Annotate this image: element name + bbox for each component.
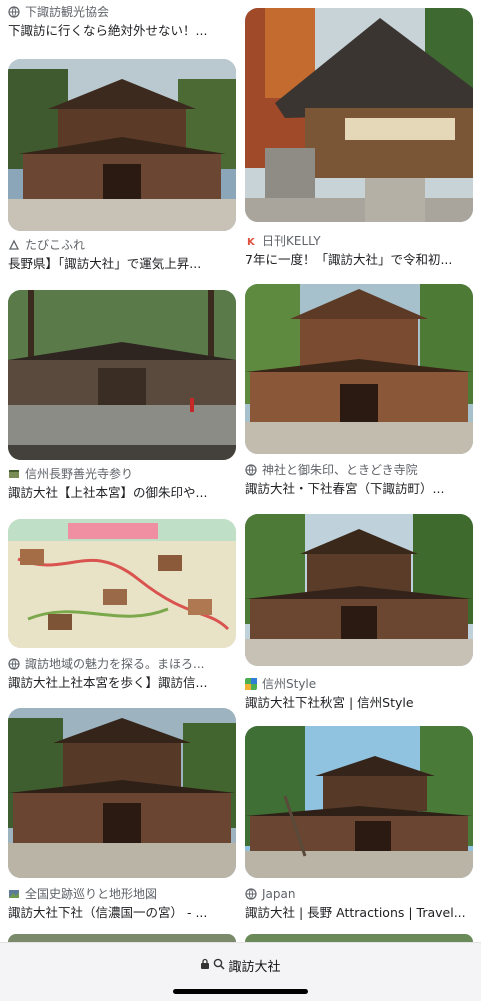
result-source-name: 日刊KELLY <box>262 234 321 248</box>
image-result-card[interactable]: 信州長野善光寺参り 諏訪大社【上社本宮】の御朱印や... <box>8 290 236 501</box>
result-source-name: 諏訪地域の魅力を探る。まほろ... <box>25 657 205 671</box>
shinshu-style-icon <box>245 678 257 690</box>
globe-icon <box>8 658 20 670</box>
result-source-name: たびこふれ <box>25 238 86 252</box>
image-result-card[interactable] <box>245 934 473 942</box>
image-result-card[interactable]: K 日刊KELLY 7年に一度！「諏訪大社」で令和初... <box>245 8 473 268</box>
result-title[interactable]: 諏訪大社下社（信濃国一の宮） - ... <box>8 904 236 921</box>
result-thumbnail[interactable] <box>245 726 473 878</box>
globe-icon <box>245 464 257 476</box>
globe-icon <box>8 6 20 18</box>
kelly-icon: K <box>245 235 257 247</box>
site-logo-icon <box>8 468 20 480</box>
result-source-name: Japan <box>262 887 296 901</box>
search-icon <box>213 958 226 974</box>
result-source: 信州長野善光寺参り <box>8 466 236 482</box>
image-result-card[interactable]: たびこふれ 長野県】「諏訪大社」で運気上昇... <box>8 59 236 272</box>
result-source-name: 神社と御朱印、ときどき寺院 <box>262 463 418 477</box>
result-thumbnail[interactable] <box>8 708 236 878</box>
result-source: K 日刊KELLY <box>245 233 473 249</box>
result-title[interactable]: 諏訪大社【上社本宮】の御朱印や... <box>8 484 236 501</box>
result-title[interactable]: 下諏訪に行くなら絶対外せない！... <box>8 22 236 39</box>
image-result-card[interactable]: 諏訪地域の魅力を探る。まほろ... 諏訪大社上社本宮を歩く】諏訪信... <box>8 519 236 691</box>
result-thumbnail[interactable] <box>8 519 236 648</box>
result-thumbnail[interactable] <box>245 284 473 454</box>
result-source-name: 信州長野善光寺参り <box>25 467 134 481</box>
tabikofure-icon <box>8 239 20 251</box>
result-title[interactable]: 長野県】「諏訪大社」で運気上昇... <box>8 255 236 272</box>
result-source: Japan <box>245 886 473 902</box>
address-text[interactable]: 諏訪大社 <box>228 956 280 975</box>
svg-text:K: K <box>247 237 256 247</box>
image-result-card[interactable]: 全国史跡巡りと地形地図 諏訪大社下社（信濃国一の宮） - ... <box>8 708 236 921</box>
result-source: 諏訪地域の魅力を探る。まほろ... <box>8 656 236 672</box>
result-title[interactable]: 諏訪大社下社秋宮 | 信州Style <box>245 694 473 711</box>
browser-bottom-bar: 諏訪大社 <box>0 942 481 1001</box>
globe-icon <box>245 888 257 900</box>
image-result-card[interactable]: Japan 諏訪大社 | 長野 Attractions | Travel... <box>245 726 473 921</box>
result-source: たびこふれ <box>8 237 236 253</box>
result-thumbnail[interactable] <box>8 934 236 942</box>
result-source: 神社と御朱印、ときどき寺院 <box>245 462 473 478</box>
address-bar[interactable]: 諏訪大社 <box>0 956 481 975</box>
result-thumbnail[interactable] <box>245 514 473 666</box>
result-thumbnail[interactable] <box>8 290 236 460</box>
result-source-name: 下諏訪観光協会 <box>25 5 110 19</box>
image-result-card[interactable]: 神社と御朱印、ときどき寺院 諏訪大社・下社春宮（下諏訪町）... <box>245 284 473 497</box>
image-result-card[interactable] <box>8 934 236 942</box>
lock-icon <box>200 958 210 974</box>
image-result-card[interactable]: 下諏訪観光協会 下諏訪に行くなら絶対外せない！... <box>8 4 236 39</box>
result-title[interactable]: 7年に一度！「諏訪大社」で令和初... <box>245 251 473 268</box>
result-title[interactable]: 諏訪大社・下社春宮（下諏訪町）... <box>245 480 473 497</box>
result-title[interactable]: 諏訪大社上社本宮を歩く】諏訪信... <box>8 674 236 691</box>
result-thumbnail[interactable] <box>245 934 473 942</box>
result-thumbnail[interactable] <box>8 59 236 231</box>
result-thumbnail[interactable] <box>245 8 473 222</box>
result-source-name: 全国史跡巡りと地形地図 <box>25 887 158 901</box>
result-source: 下諏訪観光協会 <box>8 4 236 20</box>
result-title[interactable]: 諏訪大社 | 長野 Attractions | Travel... <box>245 904 473 921</box>
result-source: 全国史跡巡りと地形地図 <box>8 886 236 902</box>
result-source: 信州Style <box>245 676 473 692</box>
site-logo-icon <box>8 888 20 900</box>
image-result-card[interactable]: 信州Style 諏訪大社下社秋宮 | 信州Style <box>245 514 473 711</box>
home-indicator <box>173 989 308 994</box>
result-source-name: 信州Style <box>262 677 317 691</box>
